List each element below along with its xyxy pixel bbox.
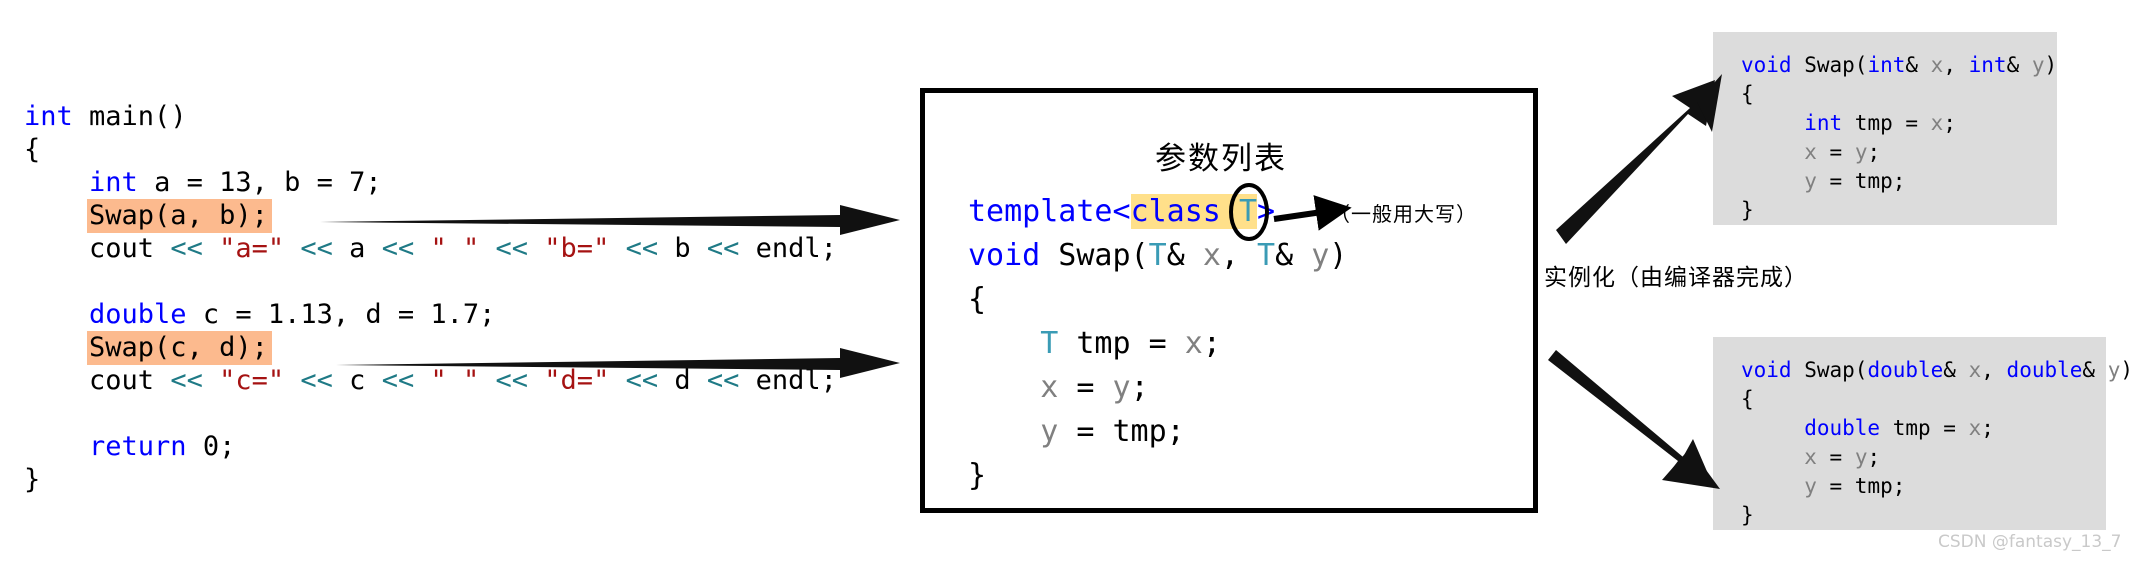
code-line: T tmp = x; — [1040, 326, 1221, 361]
instantiated-double-swap-box: void Swap(double& x, double& y) { double … — [1713, 337, 2132, 530]
code-line: { — [24, 134, 41, 165]
type-parameter-note: （一般用大写） — [1330, 202, 1477, 226]
code-line: } — [1741, 503, 1754, 527]
code-line: x = y; — [1804, 140, 1881, 164]
instantiated-int-swap-code: void Swap(int& x, int& y){ int tmp = x; … — [1713, 32, 2057, 225]
template-code-block: template<class T> void Swap(T& x, T& y){ … — [968, 190, 1347, 498]
arrow-template-to-int-instance — [1556, 74, 1722, 244]
csdn-watermark: CSDN @fantasy_13_7 — [1938, 532, 2122, 552]
code-line: { — [1741, 387, 1754, 411]
arrow-template-to-double-instance — [1548, 350, 1720, 489]
instantiation-note: 实例化（由编译器完成） — [1544, 265, 1808, 291]
code-line: int a = 13, b = 7; — [89, 167, 382, 198]
code-line: void Swap(double& x, double& y) — [1741, 358, 2132, 382]
code-line: x = y; — [1804, 445, 1881, 469]
code-line: y = tmp; — [1804, 169, 1906, 193]
diagram-canvas: int main(){ int a = 13, b = 7; Swap(a, b… — [0, 0, 2132, 568]
code-line: } — [24, 464, 41, 495]
code-line: cout << "c=" << c << " " << "d=" << d <<… — [24, 365, 837, 396]
code-line: Swap(c, d); — [24, 331, 837, 365]
code-line: void Swap(int& x, int& y) — [1741, 53, 2058, 77]
code-line: { — [968, 282, 987, 317]
code-line: { — [1741, 82, 1754, 106]
parameter-list-title: 参数列表 — [1155, 141, 1287, 177]
code-line: x = y; — [1040, 370, 1149, 405]
code-line: return 0; — [89, 431, 236, 462]
code-line: int tmp = x; — [1804, 111, 1956, 135]
code-line: y = tmp; — [1040, 414, 1185, 449]
main-function-code-block: int main(){ int a = 13, b = 7; Swap(a, b… — [24, 100, 837, 496]
instantiated-double-swap-code: void Swap(double& x, double& y) { double … — [1713, 337, 2132, 530]
code-line: } — [968, 458, 987, 493]
instantiated-int-swap-box: void Swap(int& x, int& y){ int tmp = x; … — [1713, 32, 2057, 225]
code-line: int main() — [24, 101, 187, 132]
code-line: void Swap(T& x, T& y) — [968, 238, 1348, 273]
code-line: cout << "a=" << a << " " << "b=" << b <<… — [24, 233, 837, 264]
code-line: Swap(a, b); — [24, 199, 837, 233]
code-line: double c = 1.13, d = 1.7; — [89, 299, 496, 330]
code-line: template<class T> — [968, 194, 1276, 229]
code-line: } — [1741, 198, 1754, 222]
code-line: double tmp = x; — [1804, 416, 1994, 440]
code-line: y = tmp; — [1804, 474, 1906, 498]
